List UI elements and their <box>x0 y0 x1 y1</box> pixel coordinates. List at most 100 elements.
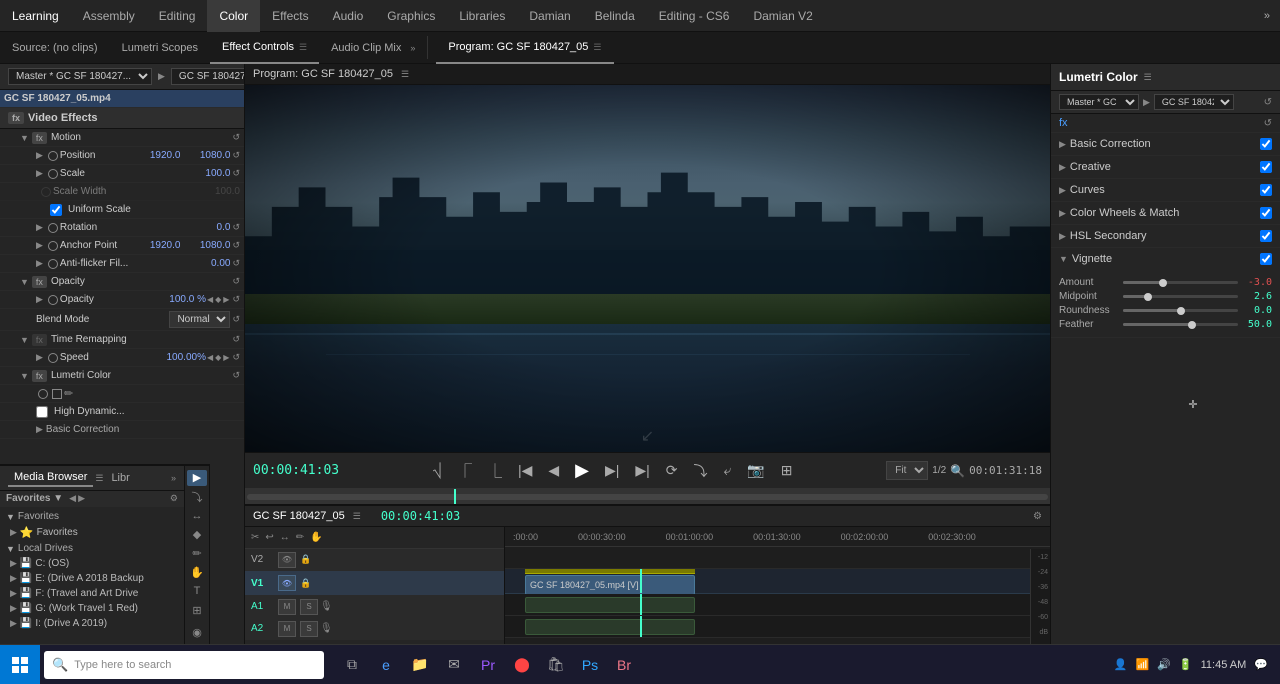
speed-collapse[interactable]: ▶ <box>36 352 43 363</box>
rp-basic-correction-header[interactable]: ▶ Basic Correction <box>1051 133 1280 155</box>
speed-kf-right[interactable]: ▶ <box>223 353 229 362</box>
timeline-scrubber[interactable] <box>245 488 1050 504</box>
a1-clip[interactable] <box>525 597 695 613</box>
a1-mic-btn[interactable]: 🎙 <box>320 601 333 612</box>
panel-tab-source[interactable]: Source: (no clips) <box>0 32 110 64</box>
lc-collapse[interactable]: ▼ <box>20 371 29 381</box>
blend-mode-row[interactable]: Blend Mode Normal ↺ <box>0 309 244 331</box>
ap-collapse[interactable]: ▶ <box>36 240 43 251</box>
mark-out-btn[interactable]: ⎾ <box>454 459 476 483</box>
curves-enabled-checkbox[interactable] <box>1260 184 1272 196</box>
rot-reset[interactable]: ↺ <box>232 222 240 233</box>
motion-collapse[interactable]: ▼ <box>20 133 29 143</box>
tl-menu[interactable]: ☰ <box>353 511 361 522</box>
af-value[interactable]: 0.00 <box>180 258 230 269</box>
mark-clip-btn[interactable]: ⎿ <box>484 459 506 483</box>
ap-reset[interactable]: ↺ <box>232 240 240 251</box>
more-tools-btn[interactable]: ⊞ <box>187 602 207 618</box>
position-y[interactable]: 1080.0 <box>180 150 230 161</box>
taskbar-chrome[interactable]: ⬤ <box>506 645 538 684</box>
nav-belinda[interactable]: Belinda <box>583 0 647 32</box>
speed-kf-add[interactable]: ◆ <box>215 353 221 362</box>
bc-collapse[interactable]: ▶ <box>36 424 43 435</box>
pen-tool[interactable]: ✏ <box>296 532 304 543</box>
more-nav-button[interactable]: » <box>1254 10 1280 22</box>
cw-enabled-checkbox[interactable] <box>1260 207 1272 219</box>
uniform-scale-checkbox[interactable] <box>50 204 62 216</box>
rp-fx-reset[interactable]: ↺ <box>1264 118 1272 129</box>
roundness-thumb[interactable] <box>1177 307 1185 315</box>
drive-i-item[interactable]: ▶ 💾 I: (Drive A 2019) <box>2 616 182 631</box>
drive-e-item[interactable]: ▶ 💾 E: (Drive A 2018 Backup <box>2 571 182 586</box>
tb-network-icon[interactable]: 📶 <box>1136 658 1150 671</box>
rp-reset-master[interactable]: ↺ <box>1264 97 1272 108</box>
scale-collapse[interactable]: ▶ <box>36 168 43 179</box>
ripple-tool[interactable]: ↔ <box>187 508 207 524</box>
v2-lock-btn[interactable]: 🔒 <box>300 554 311 565</box>
start-button[interactable] <box>0 645 40 684</box>
zoom-icon[interactable]: 🔍 <box>950 464 965 478</box>
slip-tool[interactable]: ↔ <box>280 532 290 543</box>
blend-mode-select[interactable]: Normal <box>169 311 230 328</box>
position-row[interactable]: ▶ Position 1920.0 1080.0 ↺ <box>0 147 244 165</box>
rp-clip-dropdown[interactable]: GC SF 180427_05 *... <box>1154 94 1234 110</box>
feather-thumb[interactable] <box>1188 321 1196 329</box>
panel-tab-audio-clip-mix[interactable]: Audio Clip Mix » <box>319 32 427 64</box>
favorites-section-header[interactable]: ▼ Favorites <box>2 509 182 524</box>
nav-effects[interactable]: Effects <box>260 0 320 32</box>
scale-row[interactable]: ▶ Scale 100.0 ↺ <box>0 165 244 183</box>
anchor-point-row[interactable]: ▶ Anchor Point 1920.0 1080.0 ↺ <box>0 237 244 255</box>
ap-y[interactable]: 1080.0 <box>180 240 230 251</box>
razor-tool[interactable]: ↩ <box>265 532 273 543</box>
motion-reset[interactable]: ↺ <box>232 132 240 143</box>
master-clip-dropdown[interactable]: Master * GC SF 180427... <box>8 68 152 85</box>
lc-reset[interactable]: ↺ <box>232 370 240 381</box>
panel-tab-program[interactable]: Program: GC SF 180427_05 ☰ <box>436 32 613 64</box>
bc-enabled-checkbox[interactable] <box>1260 138 1272 150</box>
v1-eye-btn[interactable]: 👁 <box>278 575 296 591</box>
basic-correction-row[interactable]: ▶ Basic Correction <box>0 421 244 439</box>
nav-assembly[interactable]: Assembly <box>71 0 147 32</box>
a1-mute-btn[interactable]: M <box>278 599 296 615</box>
scale-value[interactable]: 100.0 <box>180 168 230 179</box>
lc-pen-icon[interactable]: ✏ <box>64 387 73 400</box>
opacity-kf-left[interactable]: ◀ <box>207 295 213 304</box>
drive-f-item[interactable]: ▶ 💾 F: (Travel and Art Drive <box>2 586 182 601</box>
speed-kf-left[interactable]: ◀ <box>207 353 213 362</box>
pos-collapse[interactable]: ▶ <box>36 150 43 161</box>
type-tool[interactable]: T <box>187 583 207 599</box>
go-in-btn[interactable]: |◀ <box>514 460 536 481</box>
preview-timecode[interactable]: 00:00:41:03 <box>253 463 339 478</box>
rp-hsl-header[interactable]: ▶ HSL Secondary <box>1051 225 1280 247</box>
insert-btn[interactable]: ⤵ <box>690 459 712 483</box>
drive-g-item[interactable]: ▶ 💾 G: (Work Travel 1 Red) <box>2 601 182 616</box>
ap-x[interactable]: 1920.0 <box>130 240 180 251</box>
rot-collapse[interactable]: ▶ <box>36 222 43 233</box>
tr-reset[interactable]: ↺ <box>232 334 240 345</box>
a2-clip[interactable] <box>525 619 695 635</box>
nav-audio[interactable]: Audio <box>321 0 376 32</box>
clip-label-row[interactable]: GC SF 180427_05.mp4 <box>0 90 244 108</box>
v2-eye-btn[interactable]: 👁 <box>278 552 296 568</box>
opacity-kf-add[interactable]: ◆ <box>215 295 221 304</box>
amount-slider[interactable] <box>1123 281 1238 284</box>
panel-expand-btn[interactable]: » <box>410 43 415 53</box>
tr-collapse[interactable]: ▼ <box>20 335 29 345</box>
taskbar-edge[interactable]: e <box>370 645 402 684</box>
hsl-enabled-checkbox[interactable] <box>1260 230 1272 242</box>
taskbar-explorer[interactable]: 📁 <box>404 645 436 684</box>
selection-tool[interactable]: ▶ <box>187 470 207 486</box>
drive-c-item[interactable]: ▶ 💾 C: (OS) <box>2 556 182 571</box>
step-back-btn[interactable]: ◀ <box>544 460 563 481</box>
tb-notification-btn[interactable]: 💬 <box>1254 658 1268 671</box>
mb-expand[interactable]: » <box>171 473 176 483</box>
rp-vignette-header[interactable]: ▼ Vignette <box>1051 248 1280 270</box>
hand-tool-btn[interactable]: ✋ <box>187 565 207 581</box>
lumetri-menu-btn[interactable]: ☰ <box>1144 72 1152 83</box>
opacity-value-row[interactable]: ▶ Opacity 100.0 % ◀ ◆ ▶ ↺ <box>0 291 244 309</box>
rp-curves-header[interactable]: ▶ Curves <box>1051 179 1280 201</box>
af-collapse[interactable]: ▶ <box>36 258 43 269</box>
hand-tool[interactable]: ✋ <box>310 532 322 543</box>
mark-in-btn[interactable]: ⎷ <box>429 460 446 481</box>
lumetri-color-header[interactable]: ▼ fx Lumetri Color ↺ <box>0 367 244 385</box>
